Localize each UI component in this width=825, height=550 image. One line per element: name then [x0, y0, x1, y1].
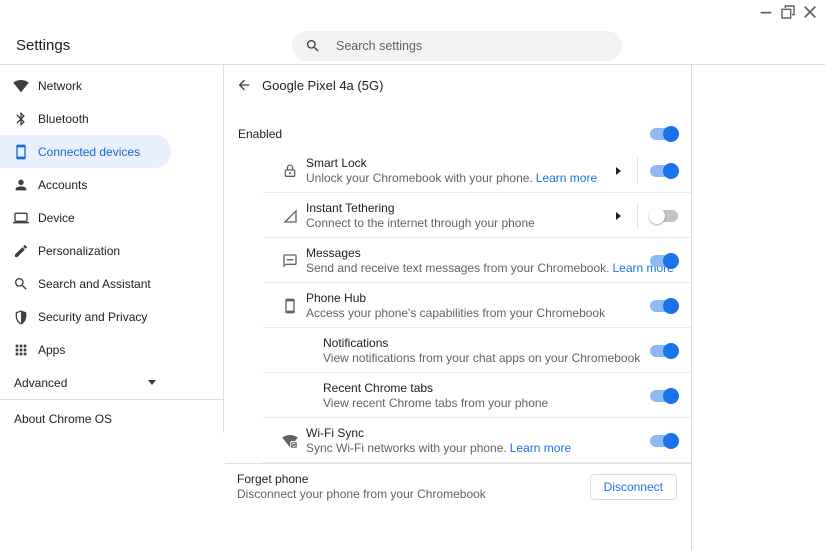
wi-fi-sync-row: Wi-Fi Sync Sync Wi-Fi networks with your… [225, 418, 691, 463]
laptop-icon [13, 210, 29, 226]
row-separator [637, 202, 638, 229]
sidebar-item-security-and-privacy[interactable]: Security and Privacy [0, 300, 171, 333]
bluetooth-icon [13, 111, 29, 127]
wifi-icon [13, 78, 29, 94]
forget-phone-title: Forget phone [237, 471, 309, 486]
forget-phone-row: Forget phone Disconnect your phone from … [225, 463, 691, 509]
smartphone-icon [13, 144, 29, 160]
sidebar-item-device[interactable]: Device [0, 201, 171, 234]
sidebar-item-connected-devices[interactable]: Connected devices [0, 135, 171, 168]
minimize-icon[interactable] [755, 3, 777, 21]
smartphone-icon [282, 298, 298, 314]
sidebar-item-about-chrome-os[interactable]: About Chrome OS [0, 400, 223, 438]
person-icon [13, 177, 29, 193]
recent-chrome-tabs-row: Recent Chrome tabs View recent Chrome ta… [225, 373, 691, 418]
wifi-sync-icon [282, 433, 298, 449]
search-icon [13, 276, 29, 292]
wi-fi-sync-learn-more-link[interactable]: Learn more [510, 441, 571, 455]
search-icon [305, 38, 321, 54]
sidebar-content-divider [223, 65, 224, 433]
restore-icon[interactable] [777, 3, 799, 21]
sidebar-item-personalization[interactable]: Personalization [0, 234, 171, 267]
search-input[interactable] [334, 38, 588, 54]
shield-icon [13, 309, 29, 325]
sidebar-item-bluetooth[interactable]: Bluetooth [0, 102, 171, 135]
instant-tethering-toggle[interactable] [649, 207, 678, 224]
chevron-down-icon [148, 380, 156, 385]
recent-chrome-tabs-toggle[interactable] [650, 387, 679, 404]
notifications-row: Notifications View notifications from yo… [225, 328, 691, 373]
apps-grid-icon [13, 342, 29, 358]
enabled-row: Enabled [225, 119, 691, 148]
app-title: Settings [16, 37, 71, 54]
sidebar-item-apps[interactable]: Apps [0, 333, 171, 366]
device-title: Google Pixel 4a (5G) [262, 77, 384, 93]
phone-hub-toggle[interactable] [650, 297, 679, 314]
back-arrow-icon[interactable] [234, 75, 254, 95]
device-header: Google Pixel 4a (5G) [225, 65, 691, 105]
sidebar-item-advanced[interactable]: Advanced [0, 366, 171, 399]
titlebar: Settings [0, 0, 825, 64]
notifications-toggle[interactable] [650, 342, 679, 359]
disconnect-button[interactable]: Disconnect [589, 473, 677, 500]
instant-tethering-row: Instant Tethering Connect to the interne… [225, 193, 691, 238]
pen-icon [13, 243, 29, 259]
enabled-toggle[interactable] [650, 125, 679, 142]
content-right-divider [691, 65, 692, 550]
messages-toggle[interactable] [650, 252, 679, 269]
smart-lock-row: Smart Lock Unlock your Chromebook with y… [225, 148, 691, 193]
forget-phone-subtitle: Disconnect your phone from your Chromebo… [237, 486, 486, 501]
sidebar: Network Bluetooth Connected devices Acco… [0, 69, 223, 438]
connected-device-panel: Google Pixel 4a (5G) Enabled Smart Lock … [225, 65, 691, 509]
row-separator [637, 157, 638, 184]
window-controls [755, 3, 821, 21]
sidebar-item-accounts[interactable]: Accounts [0, 168, 171, 201]
phone-hub-row: Phone Hub Access your phone's capabiliti… [225, 283, 691, 328]
row-detail-arrow-icon[interactable] [616, 166, 621, 175]
message-icon [282, 253, 298, 269]
sidebar-item-network[interactable]: Network [0, 69, 171, 102]
cell-signal-icon [282, 208, 298, 224]
row-detail-arrow-icon[interactable] [616, 211, 621, 220]
enabled-label: Enabled [238, 126, 283, 141]
sidebar-item-search-and-assistant[interactable]: Search and Assistant [0, 267, 171, 300]
lock-icon [282, 163, 298, 179]
close-icon[interactable] [799, 3, 821, 21]
wi-fi-sync-toggle[interactable] [650, 432, 679, 449]
smart-lock-learn-more-link[interactable]: Learn more [536, 171, 597, 185]
settings-searchbar[interactable] [292, 31, 622, 61]
messages-row: Messages Send and receive text messages … [225, 238, 691, 283]
smart-lock-toggle[interactable] [650, 162, 679, 179]
